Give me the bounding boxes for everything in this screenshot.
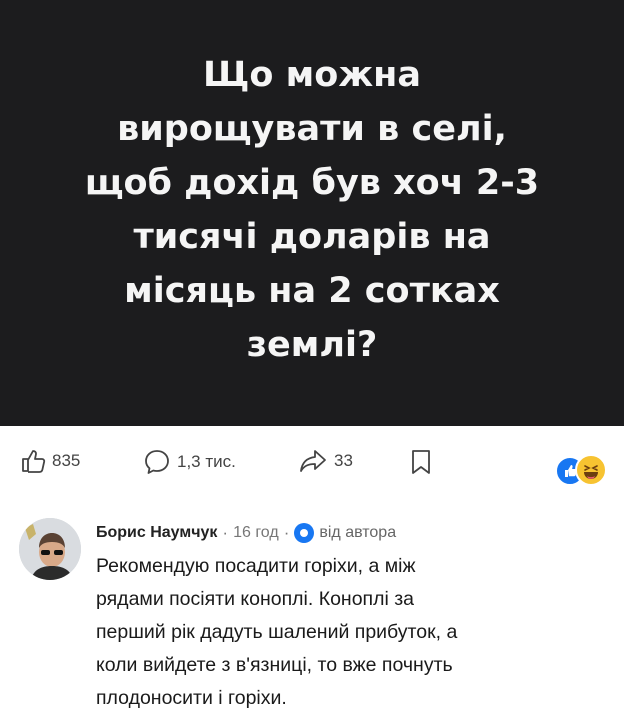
comment-text-line: коли вийдете з в'язниці, то вже почнуть [96,654,453,676]
like-count: 835 [52,451,81,470]
author-badge-label: від автора [319,524,397,541]
comment-button[interactable]: 1,3 тис. [143,448,236,476]
post-text-line: щоб дохід був хоч 2-3 [84,163,540,203]
separator: · [222,523,229,542]
post-text-line: вирощувати в селі, [117,109,507,149]
post-actions-bar: 835 1,3 тис. 33 [0,426,624,506]
comment: Борис Наумчук · 16 год · від автора Реко… [0,506,624,719]
comment-count: 1,3 тис. [177,452,236,471]
like-button[interactable]: 835 [20,448,80,474]
comment-text-line: перший рік дадуть шалений прибуток, а [96,621,458,643]
avatar[interactable] [19,518,81,580]
author-badge-icon [294,523,315,543]
comment-text-line: плодоносити і горіхи. [96,687,287,709]
save-button[interactable] [410,448,432,476]
post-text-line: тисячі доларів на [133,217,491,257]
thumbs-up-icon [22,450,46,473]
reactions-summary[interactable] [555,454,611,486]
bookmark-icon [412,450,430,474]
comment-text-line: рядами посіяти коноплі. Коноплі за [96,588,415,610]
post-text-line: землі? [246,325,378,365]
comment-text: Рекомендую посадити горіхи, а між рядами… [96,550,606,715]
separator: · [283,523,290,542]
post-text-line: Що можна [203,55,421,95]
post-text: Що можна вирощувати в селі, щоб дохід бу… [42,48,582,372]
post-text-line: місяць на 2 сотках [124,271,500,311]
comment-author-name[interactable]: Борис Наумчук [96,524,217,542]
comment-text-line: Рекомендую посадити горіхи, а між [96,555,416,577]
share-count: 33 [334,451,353,470]
user-photo-icon [19,518,81,580]
comment-header: Борис Наумчук · 16 год · від автора [96,523,396,543]
haha-reaction-icon [575,454,607,486]
share-arrow-icon [300,450,326,472]
comment-timestamp[interactable]: 16 год [233,524,279,542]
post-card: Що можна вирощувати в селі, щоб дохід бу… [0,0,624,426]
share-button[interactable]: 33 [298,448,353,474]
comment-bubble-icon [145,450,169,474]
